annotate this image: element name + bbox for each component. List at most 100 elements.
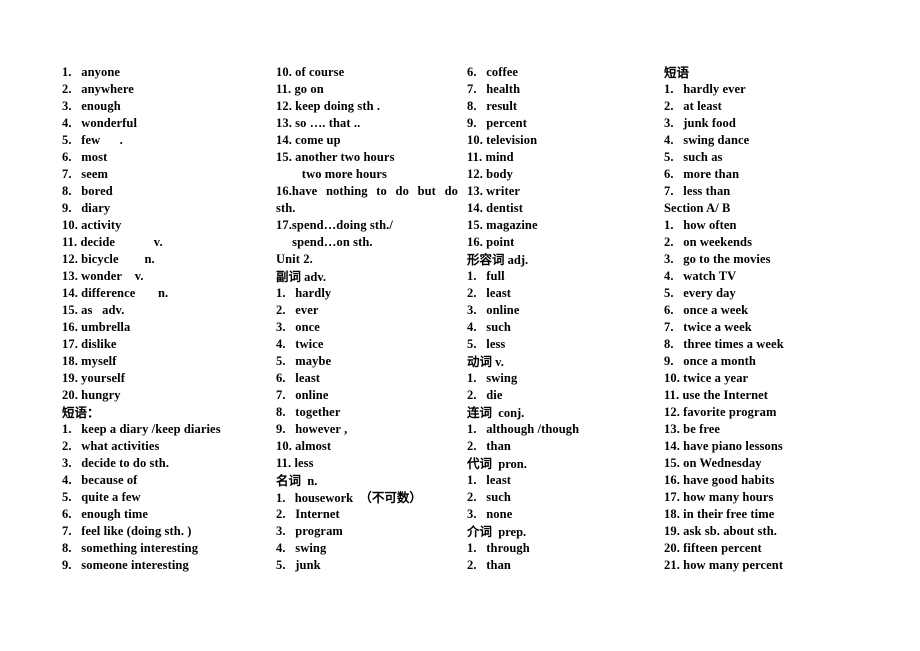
list-item: 11. decide v.: [62, 235, 163, 249]
list-heading: 动词 v.: [467, 354, 504, 369]
document-page: 1. anyone 2. anywhere 3. enough 4. wonderfu…: [0, 0, 920, 651]
list-item: 8. bored: [62, 184, 113, 198]
list-item: 18. myself: [62, 354, 117, 368]
list-item: 14. dentist: [467, 201, 523, 215]
list-item: 14. have piano lessons: [664, 439, 783, 453]
list-item: 20. hungry: [62, 388, 121, 402]
list-item: 12. favorite program: [664, 405, 777, 419]
list-item: 7. less than: [664, 184, 731, 198]
word-list-column-4: 短语 1. hardly ever 2. at least 3. junk food 4…: [664, 64, 879, 574]
list-item: 4. wonderful: [62, 116, 138, 130]
list-item: 1. full: [467, 269, 505, 283]
list-item: 5. quite a few: [62, 490, 141, 504]
word-list-column-1: 1. anyone 2. anywhere 3. enough 4. wonderfu…: [62, 64, 267, 574]
list-item: Section A/ B: [664, 201, 731, 215]
list-item: 4. swing dance: [664, 133, 750, 147]
list-item: 12. keep doing sth .: [276, 99, 381, 113]
list-item: 15. magazine: [467, 218, 538, 232]
list-item: 15. another two hours: [276, 150, 395, 164]
list-item: 19. ask sb. about sth.: [664, 524, 778, 538]
list-item: 9. diary: [62, 201, 111, 215]
list-heading: 代词 pron.: [467, 456, 527, 471]
list-item: 19. yourself: [62, 371, 125, 385]
list-item: 20. fifteen percent: [664, 541, 762, 555]
list-item: 2. die: [467, 388, 503, 402]
list-item: 3. go to the movies: [664, 252, 771, 266]
list-item: 9. percent: [467, 116, 527, 130]
list-item: 4. such: [467, 320, 511, 334]
list-item: 13. writer: [467, 184, 521, 198]
list-item: 5. maybe: [276, 354, 332, 368]
list-item: 10. almost: [276, 439, 332, 453]
list-item: 3. decide to do sth.: [62, 456, 170, 470]
list-item: 1. least: [467, 473, 512, 487]
list-item: 2. anywhere: [62, 82, 134, 96]
list-item: 14. difference n.: [62, 286, 169, 300]
list-item: Unit 2.: [276, 252, 313, 266]
list-item: 3. online: [467, 303, 520, 317]
list-item: 12. bicycle n.: [62, 252, 155, 266]
list-item: 17.spend…doing sth./: [276, 218, 393, 232]
list-item: 10. of course: [276, 65, 345, 79]
list-item: 2. such: [467, 490, 511, 504]
list-item: 5. less: [467, 337, 506, 351]
list-item: 6. least: [276, 371, 321, 385]
list-item: 1. through: [467, 541, 530, 555]
word-list-column-3: 6. coffee 7. health 8. result 9. percent 10.…: [467, 64, 655, 574]
list-item: 2. ever: [276, 303, 319, 317]
word-list-column-2: 10. of course 11. go on 12. keep doing sth…: [276, 64, 458, 574]
list-item: 10. television: [467, 133, 538, 147]
list-item: 8. three times a week: [664, 337, 784, 351]
list-item: 7. seem: [62, 167, 109, 181]
list-item: 1. anyone: [62, 65, 121, 79]
list-item: 7. feel like (doing sth. ): [62, 524, 192, 538]
list-item: 1. hardly: [276, 286, 332, 300]
list-item: 8. something interesting: [62, 541, 199, 555]
list-item: 6. most: [62, 150, 108, 164]
list-item: 2. what activities: [62, 439, 160, 453]
list-item: 13. so …. that ..: [276, 116, 361, 130]
list-item: 16. have good habits: [664, 473, 775, 487]
list-item: 3. junk food: [664, 116, 736, 130]
list-item: 4. because of: [62, 473, 138, 487]
list-item: 7. online: [276, 388, 329, 402]
list-item: 9. someone interesting: [62, 558, 189, 572]
list-item: two more hours: [276, 167, 387, 181]
list-heading: 介词 prep.: [467, 524, 527, 539]
list-item: 16. point: [467, 235, 515, 249]
list-item: 3. program: [276, 524, 343, 538]
list-item: 1. hardly ever: [664, 82, 746, 96]
list-item: 4. watch TV: [664, 269, 737, 283]
list-item: 9. however ,: [276, 422, 348, 436]
list-item: 1. swing: [467, 371, 518, 385]
list-item: 14. come up: [276, 133, 341, 147]
list-item: 18. in their free time: [664, 507, 775, 521]
list-item: 5. such as: [664, 150, 723, 164]
list-heading: 短语：: [62, 405, 100, 420]
list-heading: 副词 adv.: [276, 269, 327, 284]
list-item: 1. how often: [664, 218, 737, 232]
list-item: 1. although /though: [467, 422, 580, 436]
list-item: 9. once a month: [664, 354, 756, 368]
list-item: 11. use the Internet: [664, 388, 769, 402]
list-item: 2. than: [467, 439, 511, 453]
list-item: 6. enough time: [62, 507, 148, 521]
list-item: 6. more than: [664, 167, 740, 181]
list-item: 10. twice a year: [664, 371, 749, 385]
list-item: 1. keep a diary /keep diaries: [62, 422, 221, 436]
list-item: 5. few .: [62, 133, 123, 147]
list-item: 4. swing: [276, 541, 327, 555]
list-item: 17. dislike: [62, 337, 117, 351]
list-heading: 短语: [664, 65, 690, 80]
list-item: 11. less: [276, 456, 314, 470]
list-item: 8. together: [276, 405, 341, 419]
list-item: 16.have nothing to do but do: [276, 184, 458, 198]
list-item: 12. body: [467, 167, 513, 181]
list-heading: 连词 conj.: [467, 405, 525, 420]
list-item: 17. how many hours: [664, 490, 774, 504]
list-item: 3. once: [276, 320, 320, 334]
list-heading: 名词 n.: [276, 473, 318, 488]
list-item: 4. twice: [276, 337, 324, 351]
list-item: 5. every day: [664, 286, 736, 300]
list-item: 15. on Wednesday: [664, 456, 762, 470]
